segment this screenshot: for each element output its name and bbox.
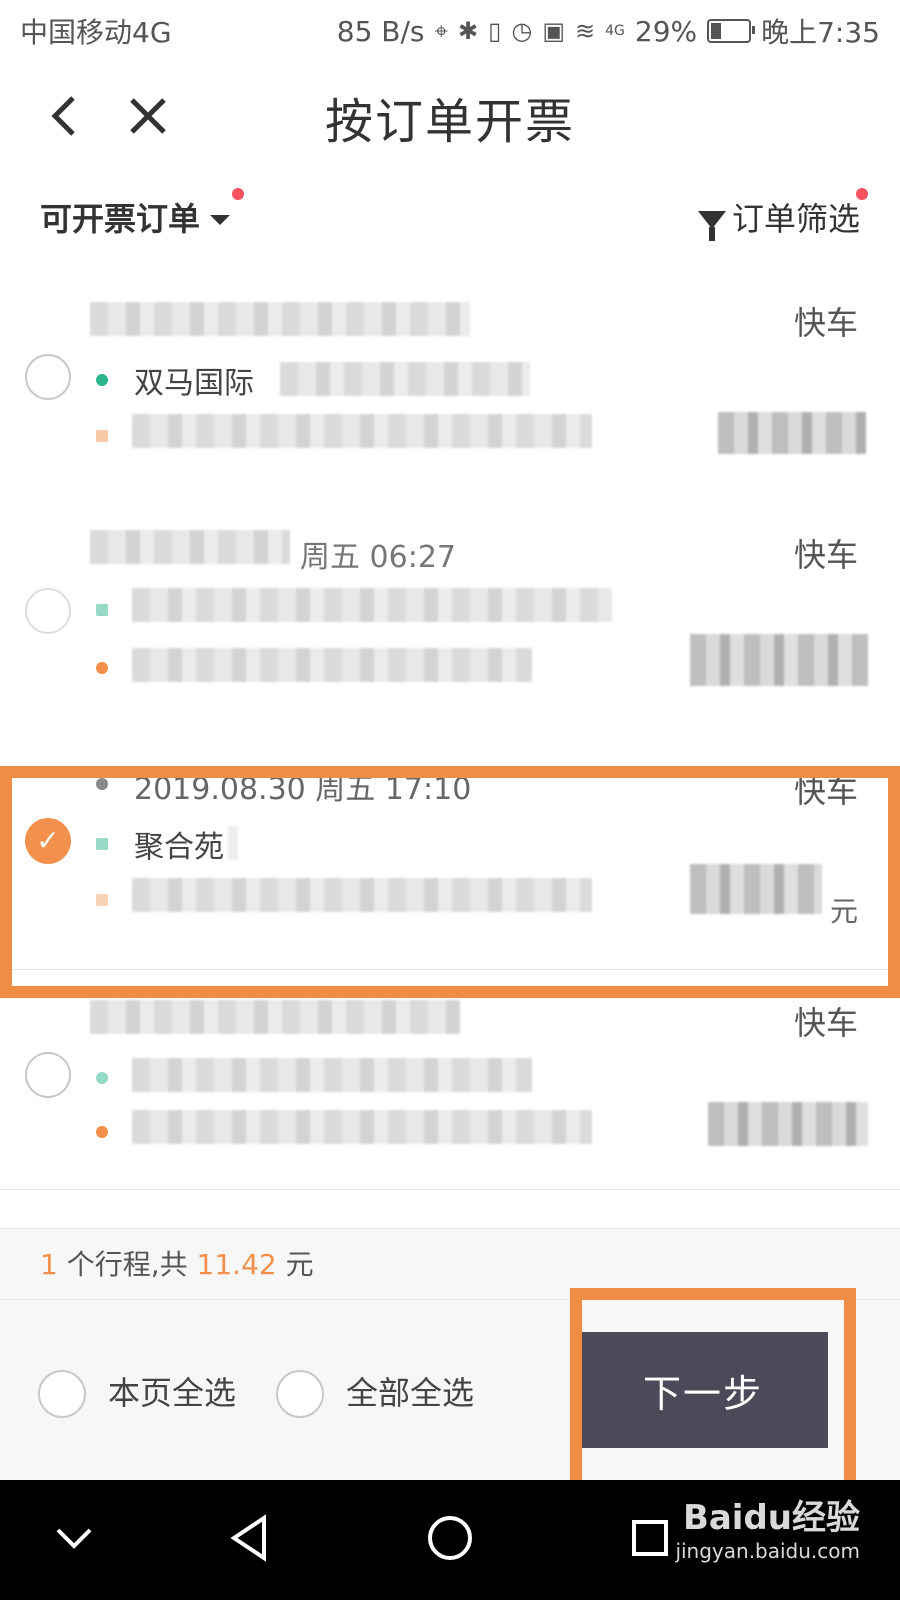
blurred-date [90, 1000, 460, 1034]
order-date: 2019.08.30 周五 17:10 [134, 772, 472, 807]
order-type: 快车 [793, 1004, 858, 1042]
amount-unit: 元 [285, 1248, 314, 1281]
start-point-icon [96, 604, 108, 616]
price-unit: 元 [829, 895, 858, 928]
notification-dot [856, 188, 868, 200]
blurred-price [718, 412, 866, 454]
order-item[interactable]: 快车 双马国际 [0, 266, 900, 502]
order-type-dropdown[interactable]: 可开票订单 [40, 188, 244, 240]
order-radio-checked[interactable]: ✓ [25, 818, 71, 864]
clock-icon [96, 778, 108, 790]
wifi-icon: ≋ [575, 17, 596, 45]
blurred-price [690, 634, 868, 686]
order-date: 周五 06:27 [300, 540, 456, 575]
blurred-date [90, 302, 470, 336]
filter-bar: 可开票订单 订单筛选 [0, 170, 900, 267]
trip-count: 1 [40, 1248, 58, 1281]
blurred-price [708, 1102, 868, 1146]
start-point-icon [96, 838, 108, 850]
battery-percent: 29% [634, 14, 698, 48]
order-item[interactable]: 快车 [0, 970, 900, 1190]
end-point-icon [96, 1126, 108, 1138]
order-filter-button[interactable]: 订单筛选 [697, 188, 868, 241]
blurred-destination [132, 648, 532, 682]
clock: 晚上7:35 [761, 16, 880, 49]
home-circle-icon[interactable] [420, 1508, 480, 1568]
carrier-label: 中国移动4G [20, 16, 172, 49]
status-bar: 中国移动4G 85 B/s ⌖ ✱ ▯ ◷ ▣ ≋ 4G 29% 晚上7:35 [0, 0, 900, 62]
order-filter-label: 订单筛选 [731, 200, 860, 238]
order-radio[interactable] [25, 588, 71, 634]
network-speed: 85 B/s [336, 14, 425, 48]
summary-mid-text: 个行程,共 [66, 1248, 188, 1281]
blurred-price [690, 864, 822, 914]
nav-bar: 按订单开票 [0, 62, 900, 171]
end-point-icon [96, 894, 108, 906]
select-all-radio[interactable] [276, 1370, 324, 1418]
location-icon: ⌖ [434, 17, 449, 45]
order-type-label: 可开票订单 [40, 200, 201, 238]
order-type: 快车 [793, 536, 858, 574]
back-triangle-icon[interactable] [220, 1508, 280, 1568]
blurred-address [132, 588, 612, 622]
order-type: 快车 [793, 304, 858, 342]
blurred-destination [132, 1110, 592, 1144]
vibrate-icon: ▯ [488, 17, 502, 45]
end-point-icon [96, 662, 108, 674]
end-point-icon [96, 430, 108, 442]
order-type: 快车 [793, 772, 858, 810]
blurred-address [132, 1058, 532, 1092]
hd-icon: ▣ [542, 17, 565, 45]
select-page-radio[interactable] [38, 1370, 86, 1418]
watermark-url: jingyan.baidu.com [675, 1539, 860, 1563]
checkmark-icon: ✓ [36, 824, 60, 857]
caret-down-icon [210, 215, 231, 225]
select-all-label[interactable]: 全部全选 [346, 1368, 474, 1414]
recents-square-icon[interactable] [620, 1508, 680, 1568]
order-radio[interactable] [25, 1052, 71, 1098]
start-point-icon [96, 374, 108, 386]
notification-dot [232, 188, 244, 200]
blurred-address [228, 826, 238, 860]
blurred-destination [132, 414, 592, 448]
bluetooth-icon: ✱ [458, 17, 479, 45]
battery-icon [707, 19, 756, 43]
start-address: 聚合苑 [134, 830, 224, 865]
alarm-icon: ◷ [511, 17, 533, 45]
start-point-icon [96, 1072, 108, 1084]
next-step-button[interactable]: 下一步 [578, 1332, 828, 1448]
selection-summary: 1 个行程,共 11.42 元 [0, 1228, 900, 1300]
blurred-address [280, 362, 530, 396]
baidu-watermark: Baidu经验 jingyan.baidu.com [675, 1490, 860, 1563]
order-item-selected[interactable]: ✓ 2019.08.30 周五 17:10 快车 聚合苑 元 [0, 730, 900, 970]
chevron-down-icon[interactable] [44, 1508, 104, 1568]
start-address: 双马国际 [134, 366, 254, 401]
select-page-label[interactable]: 本页全选 [108, 1368, 236, 1414]
order-item[interactable]: 周五 06:27 快车 [0, 496, 900, 732]
watermark-brand: Baidu经验 [682, 1498, 860, 1538]
blurred-destination [132, 878, 592, 912]
blurred-date [90, 530, 290, 564]
status-right: 85 B/s ⌖ ✱ ▯ ◷ ▣ ≋ 4G 29% 晚上7:35 [337, 11, 880, 51]
funnel-icon [697, 211, 726, 241]
cellular-signal-icon: 4G [605, 23, 625, 39]
page-title: 按订单开票 [324, 94, 575, 150]
footer-bar: 本页全选 全部全选 下一步 [0, 1300, 900, 1480]
total-amount: 11.42 [196, 1248, 277, 1281]
order-radio[interactable] [25, 354, 71, 400]
